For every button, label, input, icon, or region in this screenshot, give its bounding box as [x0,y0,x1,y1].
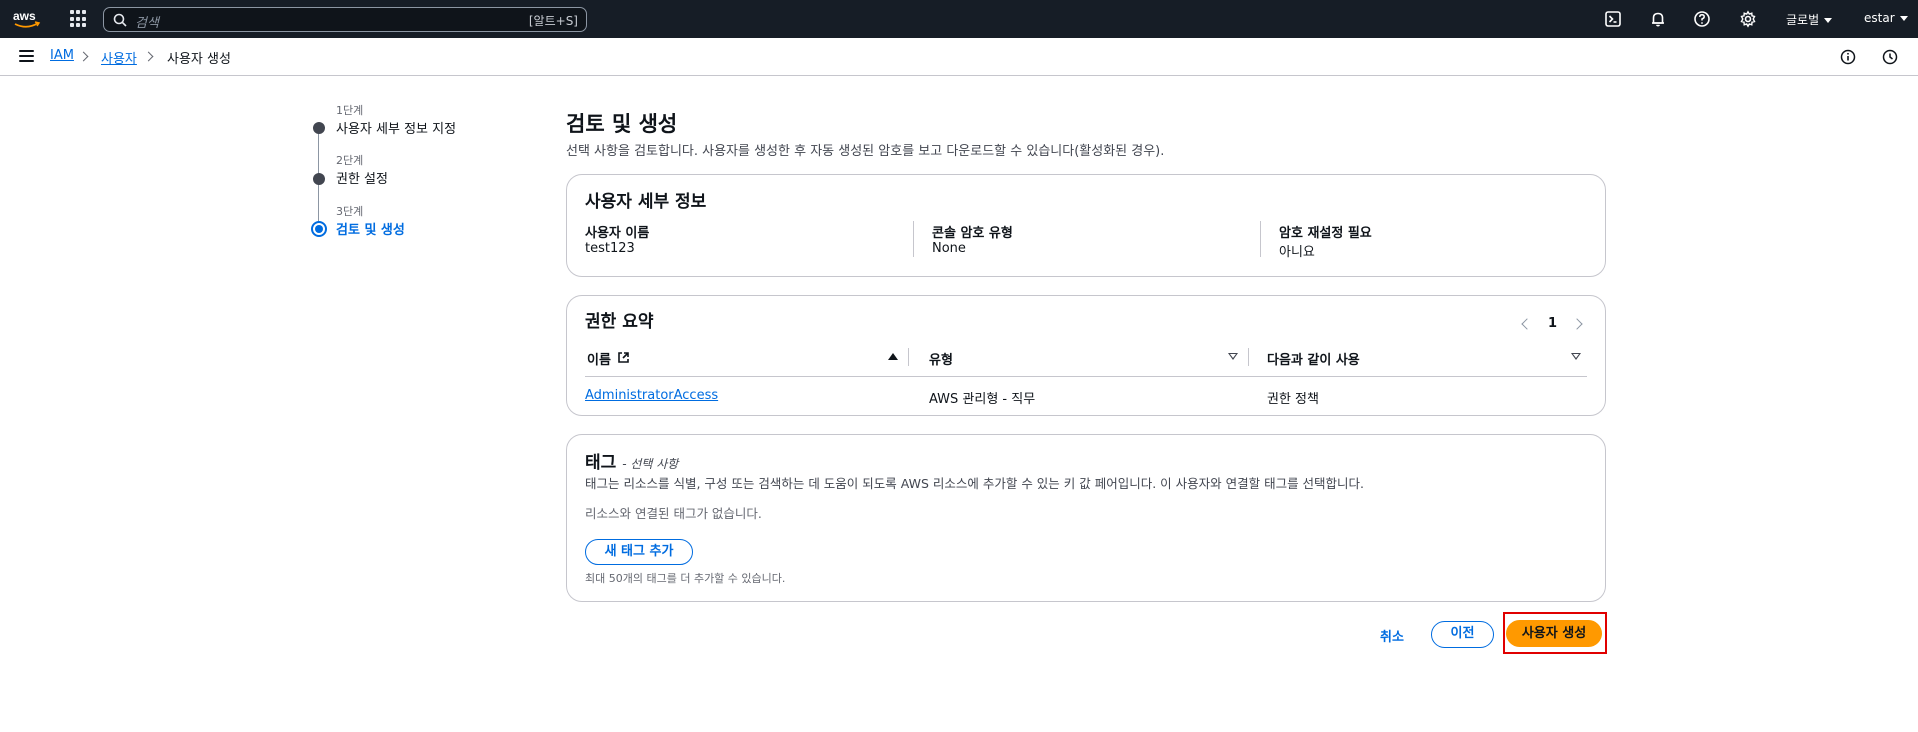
services-menu-icon[interactable] [70,10,88,28]
permissions-summary-card: 권한 요약 1 이름 유형 다음과 같이 사용 AdministratorAcc… [566,295,1606,416]
tags-title: 태그 - 선택 사항 [585,448,678,473]
account-label: estar [1864,11,1895,25]
tags-title-text: 태그 [585,453,617,473]
previous-button[interactable]: 이전 [1431,621,1494,648]
step-2-dot [313,173,325,185]
sort-icon[interactable] [1228,353,1238,360]
field-value-console-password: None [932,241,966,256]
chevron-down-icon [1824,18,1833,23]
column-divider [908,348,909,366]
breadcrumb-iam[interactable]: IAM [50,48,74,63]
user-details-title: 사용자 세부 정보 [585,192,707,212]
add-tag-button[interactable]: 새 태그 추가 [585,539,693,565]
sort-icon[interactable] [1571,353,1581,360]
aws-logo[interactable]: aws [12,7,42,31]
field-label-password-reset: 암호 재설정 필요 [1279,226,1372,241]
breadcrumb-users[interactable]: 사용자 [101,48,137,67]
cancel-button[interactable]: 취소 [1380,626,1404,645]
bell-icon[interactable] [1649,10,1667,28]
step-1-number: 1단계 [336,104,364,117]
page-number[interactable]: 1 [1548,316,1557,331]
region-selector[interactable]: 글로벌 [1786,11,1833,28]
user-details-card: 사용자 세부 정보 사용자 이름 test123 콘솔 암호 유형 None 암… [566,174,1606,277]
top-navigation: aws 검색 [알트+S] 글로벌 estar [0,0,1918,38]
chevron-right-icon [143,51,154,62]
field-value-username: test123 [585,241,635,256]
permissions-title: 권한 요약 [585,312,654,332]
column-divider [1248,348,1249,366]
step-connector [318,128,319,178]
account-menu[interactable]: estar [1864,11,1908,25]
field-label-username: 사용자 이름 [585,226,650,241]
chevron-right-icon[interactable] [1571,318,1583,330]
step-3-dot [311,221,327,237]
policy-type: AWS 관리형 - 직무 [929,392,1036,407]
chevron-down-icon [1899,16,1908,21]
chevron-left-icon[interactable] [1521,318,1533,330]
field-value-password-reset: 아니요 [1279,245,1315,260]
step-2-title[interactable]: 권한 설정 [336,168,388,187]
step-3-title: 검토 및 생성 [336,223,405,238]
sort-ascending-icon[interactable] [888,353,898,360]
highlight-box [1503,612,1607,654]
step-1-title[interactable]: 사용자 세부 정보 지정 [336,118,456,137]
step-3-number: 3단계 [336,205,364,218]
chevron-right-icon [78,51,89,62]
menu-icon[interactable] [19,50,34,62]
clock-icon[interactable] [1882,49,1898,65]
cloudshell-icon[interactable] [1604,10,1622,28]
tags-empty-message: 리소스와 연결된 태그가 없습니다. [585,506,762,521]
policy-name-link[interactable]: AdministratorAccess [585,388,718,403]
column-header-name[interactable]: 이름 [587,349,611,368]
policy-used-as: 권한 정책 [1267,392,1319,407]
breadcrumb-bar: IAM 사용자 사용자 생성 [0,38,1918,76]
svg-text:aws: aws [13,9,36,23]
page-title: 검토 및 생성 [566,112,678,136]
tags-limit-hint: 최대 50개의 태그를 더 추가할 수 있습니다. [585,572,786,585]
tags-card: 태그 - 선택 사항 태그는 리소스를 식별, 구성 또는 검색하는 데 도움이… [566,434,1606,602]
page-description: 선택 사항을 검토합니다. 사용자를 생성한 후 자동 생성된 암호를 보고 다… [566,144,1165,159]
info-icon[interactable] [1840,49,1856,65]
column-header-type[interactable]: 유형 [929,349,953,368]
search-placeholder: 검색 [135,16,159,31]
divider [1260,221,1261,257]
help-icon[interactable] [1693,10,1711,28]
divider [913,221,914,257]
region-label: 글로벌 [1786,13,1820,27]
search-shortcut: [알트+S] [528,14,578,28]
external-link-icon [618,352,629,363]
search-icon [113,13,127,27]
tags-description: 태그는 리소스를 식별, 구성 또는 검색하는 데 도움이 되도록 AWS 리소… [585,476,1365,491]
tags-optional-label: - 선택 사항 [622,457,679,471]
column-header-used-as[interactable]: 다음과 같이 사용 [1267,349,1360,368]
field-label-console-password: 콘솔 암호 유형 [932,226,1013,241]
table-header-divider [585,376,1587,377]
search-input[interactable]: 검색 [알트+S] [103,7,587,32]
pagination: 1 [1517,316,1587,334]
step-2-number: 2단계 [336,154,364,167]
gear-icon[interactable] [1739,10,1757,28]
step-1-dot [313,122,325,134]
breadcrumb-current: 사용자 생성 [167,52,231,67]
